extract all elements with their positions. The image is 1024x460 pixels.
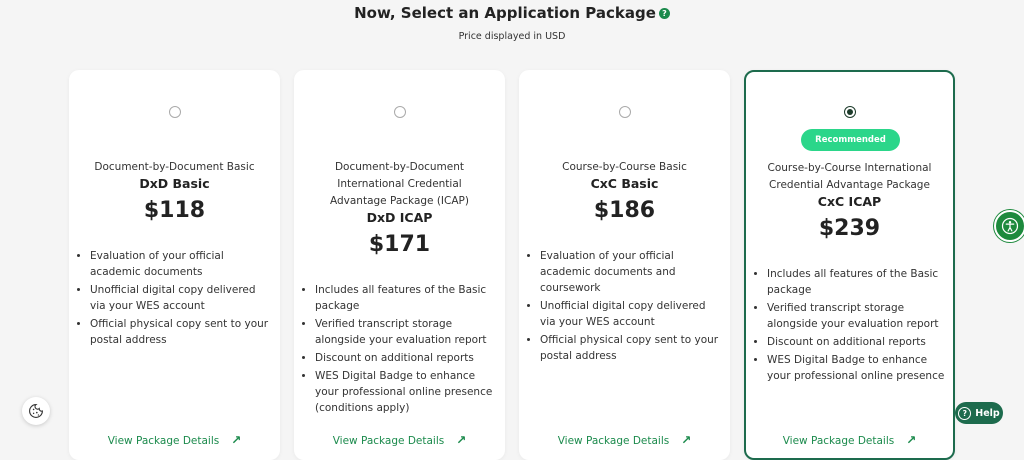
package-subtitle: Document-by-Document Basic bbox=[94, 161, 255, 173]
help-circle-icon[interactable]: ? bbox=[658, 8, 670, 19]
package-header: Document-by-Document Basic DxD Basic $11… bbox=[69, 159, 280, 223]
package-radio-dxd-basic[interactable] bbox=[168, 106, 181, 118]
view-details-label: View Package Details bbox=[332, 435, 445, 447]
feature-item: Discount on additional reports bbox=[315, 350, 497, 366]
feature-list: Includes all features of the Basic packa… bbox=[304, 282, 497, 418]
arrow-up-right-icon: ↗ bbox=[906, 433, 917, 447]
package-subtitle: Document-by-Document International Crede… bbox=[330, 161, 469, 207]
package-card-dxd-icap[interactable]: Document-by-Document International Crede… bbox=[294, 70, 505, 460]
feature-item: Evaluation of your official academic doc… bbox=[90, 248, 272, 280]
feature-item: WES Digital Badge to enhance your profes… bbox=[315, 368, 497, 416]
cookie-icon bbox=[29, 404, 43, 418]
view-package-details-link[interactable]: View Package Details ↗ bbox=[69, 433, 280, 447]
feature-item: Official physical copy sent to your post… bbox=[90, 316, 272, 348]
arrow-up-right-icon: ↗ bbox=[231, 433, 242, 447]
feature-item: Verified transcript storage alongside yo… bbox=[315, 316, 497, 348]
package-title: DxD Basic bbox=[139, 176, 210, 191]
feature-item: Unofficial digital copy delivered via yo… bbox=[90, 282, 272, 314]
package-card-cxc-basic[interactable]: Course-by-Course Basic CxC Basic $186 Ev… bbox=[519, 70, 730, 460]
package-title: CxC ICAP bbox=[817, 194, 882, 209]
help-button[interactable]: ? Help bbox=[955, 402, 1003, 424]
accessibility-icon bbox=[1001, 217, 1019, 235]
feature-item: Includes all features of the Basic packa… bbox=[767, 266, 945, 298]
package-subtitle: Course-by-Course Basic bbox=[562, 161, 687, 173]
question-circle-icon: ? bbox=[958, 406, 972, 420]
package-price: $186 bbox=[593, 198, 656, 223]
recommended-badge: Recommended bbox=[801, 129, 900, 151]
view-package-details-link[interactable]: View Package Details ↗ bbox=[294, 433, 505, 447]
feature-list: Includes all features of the Basic packa… bbox=[756, 266, 945, 386]
package-radio-cxc-basic[interactable] bbox=[618, 106, 631, 118]
view-details-label: View Package Details bbox=[557, 435, 670, 447]
page-heading: Now, Select an Application Package? bbox=[0, 4, 1024, 22]
accessibility-button[interactable] bbox=[994, 210, 1024, 242]
view-package-details-link[interactable]: View Package Details ↗ bbox=[746, 433, 953, 447]
view-details-label: View Package Details bbox=[782, 435, 895, 447]
feature-item: Discount on additional reports bbox=[767, 334, 945, 350]
package-subtitle: Course-by-Course International Credentia… bbox=[767, 162, 932, 191]
view-details-label: View Package Details bbox=[107, 435, 220, 447]
package-price: $118 bbox=[143, 198, 206, 223]
feature-item: Evaluation of your official academic doc… bbox=[540, 248, 722, 296]
view-package-details-link[interactable]: View Package Details ↗ bbox=[519, 433, 730, 447]
package-radio-dxd-icap[interactable] bbox=[393, 106, 406, 118]
cookie-settings-button[interactable] bbox=[22, 397, 50, 425]
price-currency-note: Price displayed in USD bbox=[458, 31, 566, 42]
package-header: Course-by-Course International Credentia… bbox=[746, 160, 953, 241]
arrow-up-right-icon: ↗ bbox=[456, 433, 467, 447]
package-title: CxC Basic bbox=[590, 176, 659, 191]
page-title: Now, Select an Application Package bbox=[354, 4, 656, 22]
help-label: Help bbox=[975, 407, 1000, 419]
package-price: $239 bbox=[818, 216, 881, 241]
feature-list: Evaluation of your official academic doc… bbox=[79, 248, 272, 350]
feature-item: Verified transcript storage alongside yo… bbox=[767, 300, 945, 332]
arrow-up-right-icon: ↗ bbox=[681, 433, 692, 447]
package-price: $171 bbox=[368, 232, 431, 257]
package-title: DxD ICAP bbox=[366, 210, 433, 225]
feature-item: Official physical copy sent to your post… bbox=[540, 332, 722, 364]
feature-list: Evaluation of your official academic doc… bbox=[529, 248, 722, 366]
package-header: Course-by-Course Basic CxC Basic $186 bbox=[519, 159, 730, 223]
feature-item: Unofficial digital copy delivered via yo… bbox=[540, 298, 722, 330]
package-card-dxd-basic[interactable]: Document-by-Document Basic DxD Basic $11… bbox=[69, 70, 280, 460]
package-card-cxc-icap[interactable]: Recommended Course-by-Course Internation… bbox=[744, 70, 955, 460]
feature-item: Includes all features of the Basic packa… bbox=[315, 282, 497, 314]
package-header: Document-by-Document International Crede… bbox=[294, 159, 505, 257]
package-radio-cxc-icap[interactable] bbox=[843, 106, 856, 118]
feature-item: WES Digital Badge to enhance your profes… bbox=[767, 352, 945, 384]
